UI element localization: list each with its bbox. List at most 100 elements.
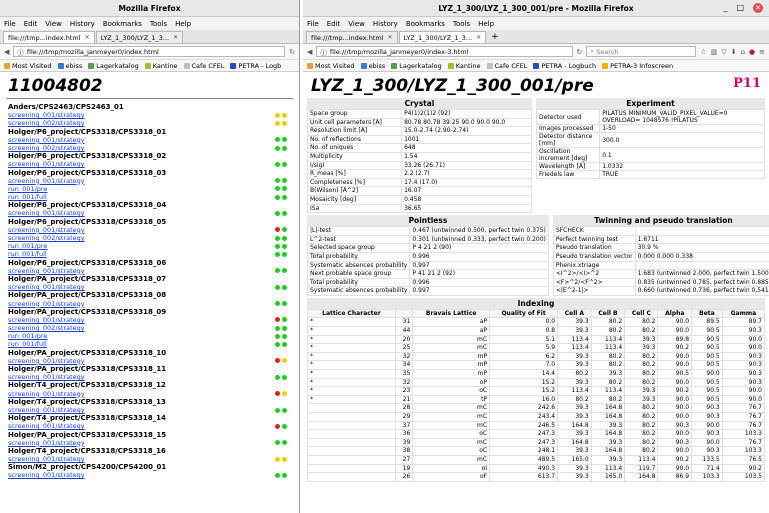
dataset-link[interactable]: screening_001/strategy xyxy=(8,373,85,381)
menu-file[interactable]: File xyxy=(4,20,16,28)
menu-bookmarks[interactable]: Bookmarks xyxy=(406,20,445,28)
table-row: Total probability 0.996 xyxy=(306,277,549,288)
bookmark-petra[interactable]: PETRA - Logb xyxy=(230,62,281,70)
dataset-link[interactable]: screening_002/strategy xyxy=(8,234,85,242)
close-window-icon[interactable]: ✕ xyxy=(753,3,763,13)
dataset-link[interactable]: run_001/pre xyxy=(8,185,47,193)
dataset-link[interactable]: screening_001/strategy xyxy=(8,136,85,144)
dataset-link[interactable]: screening_001/strategy xyxy=(8,357,85,365)
indexing-table: Lattice Character Bravais Lattice Quality … xyxy=(307,308,766,482)
close-icon[interactable]: ✕ xyxy=(476,34,481,41)
home-icon[interactable]: ⌂ xyxy=(741,48,745,56)
status-lamps xyxy=(275,243,291,249)
right-url-bar[interactable]: ⓘ file:///tmp/mozilla_janmeyer0/index-3.h… xyxy=(316,46,573,57)
status-dot-icon xyxy=(282,358,287,364)
minimize-icon[interactable]: _ xyxy=(723,3,727,13)
dataset-link[interactable]: screening_001/strategy xyxy=(8,455,85,463)
dataset-link[interactable]: screening_001/strategy xyxy=(8,111,85,119)
table-cell: oC xyxy=(412,386,491,396)
menu-help[interactable]: Help xyxy=(175,20,191,28)
dataset-link[interactable]: screening_001/strategy xyxy=(8,406,85,414)
dataset-link[interactable]: run_001/full xyxy=(8,340,47,348)
dataset-link[interactable]: screening_002/strategy xyxy=(8,324,85,332)
dataset-link[interactable]: screening_001/strategy xyxy=(8,177,85,185)
close-icon[interactable]: ✕ xyxy=(173,34,178,41)
menu-edit[interactable]: Edit xyxy=(24,20,38,28)
menu-edit[interactable]: Edit xyxy=(327,20,341,28)
close-icon[interactable]: ✕ xyxy=(388,34,393,41)
reload-icon[interactable]: ↻ xyxy=(577,48,583,56)
dataset-link[interactable]: run_001/full xyxy=(8,193,47,201)
dataset-link[interactable]: screening_001/strategy xyxy=(8,160,85,168)
dataset-link[interactable]: screening_001/strategy xyxy=(8,267,85,275)
row-value: 0.660 (untwinned 0.736, perfect twin 0.5… xyxy=(634,286,769,296)
menu-icon[interactable]: ≡ xyxy=(759,48,765,56)
search-input[interactable]: ⌕ Search xyxy=(586,46,697,57)
table-cell: * xyxy=(307,394,396,405)
dataset-link[interactable]: screening_001/strategy xyxy=(8,300,85,308)
bookmark-cafe-cfel[interactable]: Cafe CFEL xyxy=(486,62,527,70)
row-value: 0.301 (untwinned 0.333, perfect twin 0.2… xyxy=(409,234,549,245)
menu-help[interactable]: Help xyxy=(478,20,494,28)
bookmark-kantine[interactable]: Kantine xyxy=(447,62,481,70)
bookmark-ebiss[interactable]: ebiss xyxy=(57,62,82,70)
back-icon[interactable]: ◀ xyxy=(4,48,9,56)
reload-icon[interactable]: ↻ xyxy=(289,48,295,56)
close-icon[interactable]: ✕ xyxy=(85,34,90,41)
dataset-link[interactable]: screening_001/strategy xyxy=(8,439,85,447)
dataset-link[interactable]: screening_002/strategy xyxy=(8,119,85,127)
menu-history[interactable]: History xyxy=(373,20,398,28)
twin-table: SFCHECK Perfect twinning test 1.6711 Pseudo… xyxy=(552,226,769,296)
bookmark-cafe-cfel[interactable]: Cafe CFEL xyxy=(183,62,224,70)
bookmark-most-visited[interactable]: Most Visited xyxy=(4,62,52,70)
bookmark-ebiss[interactable]: ebiss xyxy=(360,61,386,70)
dataset-link[interactable]: screening_001/strategy xyxy=(8,471,85,479)
left-url-bar[interactable]: ⓘ file:///tmp/mozilla_janmeyer0/index.htm… xyxy=(13,46,286,57)
back-icon[interactable]: ◀ xyxy=(307,48,312,56)
bookmark-label: ebiss xyxy=(368,61,386,70)
dataset-link[interactable]: run_001/pre xyxy=(8,242,47,250)
download-icon[interactable]: ⬇ xyxy=(731,48,737,56)
dataset-link[interactable]: screening_001/strategy xyxy=(8,226,85,234)
menu-history[interactable]: History xyxy=(70,20,95,28)
group-label: Simon/M2_project/CPS4200/CPS4200_01 xyxy=(8,463,167,472)
bookmark-lagerkatalog[interactable]: Lagerkatalog xyxy=(88,62,139,70)
menu-file[interactable]: File xyxy=(307,20,319,28)
table-cell: 247.3 xyxy=(489,437,559,448)
table-cell: 26 xyxy=(394,472,414,482)
bookmark-most-visited[interactable]: Most Visited xyxy=(307,62,355,70)
dataset-link[interactable]: screening_001/strategy xyxy=(8,422,85,430)
table-cell: mC xyxy=(412,334,491,345)
dataset-link[interactable]: run_001/full xyxy=(8,250,47,258)
bookmark-petra-logbuch[interactable]: PETRA - Logbuch xyxy=(533,62,596,70)
library-icon[interactable]: ▥ xyxy=(711,48,718,56)
dataset-link[interactable]: screening_001/strategy xyxy=(8,316,85,324)
menu-view[interactable]: View xyxy=(45,20,62,28)
new-tab-icon[interactable]: + xyxy=(487,32,503,42)
table-cell: 490.3 xyxy=(489,463,559,474)
tab-index[interactable]: file:///tmp...index.html ✕ xyxy=(306,31,398,43)
tab-index[interactable]: file:///tmp...index.html ✕ xyxy=(3,31,95,43)
shield-icon[interactable]: ● xyxy=(749,48,755,56)
table-row: L^2-test 0.301 (untwinned 0.333, perfect … xyxy=(306,234,549,245)
bookmark-kantine[interactable]: Kantine xyxy=(144,62,178,70)
star-icon[interactable]: ☆ xyxy=(700,48,706,56)
menu-tools[interactable]: Tools xyxy=(150,20,167,28)
menu-view[interactable]: View xyxy=(348,20,365,28)
menu-bookmarks[interactable]: Bookmarks xyxy=(103,20,142,28)
menu-tools[interactable]: Tools xyxy=(453,20,470,28)
list-item: screening_001/strategy xyxy=(8,406,291,414)
maximize-icon[interactable]: □ xyxy=(736,3,744,13)
status-lamps xyxy=(275,186,291,192)
bookmark-petra-infoscreen[interactable]: PETRA-3 Infoscreen xyxy=(602,62,673,70)
dataset-link[interactable]: screening_001/strategy xyxy=(8,209,85,217)
tab-lyz[interactable]: LYZ_1_300/LYZ_1_3... ✕ xyxy=(95,31,184,43)
dataset-link[interactable]: screening_001/strategy xyxy=(8,283,85,291)
dataset-link[interactable]: screening_002/strategy xyxy=(8,144,85,152)
dataset-link[interactable]: screening_001/strategy xyxy=(8,390,85,398)
table-cell: 90.3 xyxy=(721,351,766,362)
dataset-link[interactable]: run_001/pre xyxy=(8,332,47,340)
tab-lyz[interactable]: LYZ_1_300/LYZ_1_3... ✕ xyxy=(398,31,487,43)
pocket-icon[interactable]: ▽ xyxy=(721,48,726,56)
bookmark-lagerkatalog[interactable]: Lagerkatalog xyxy=(391,62,442,70)
